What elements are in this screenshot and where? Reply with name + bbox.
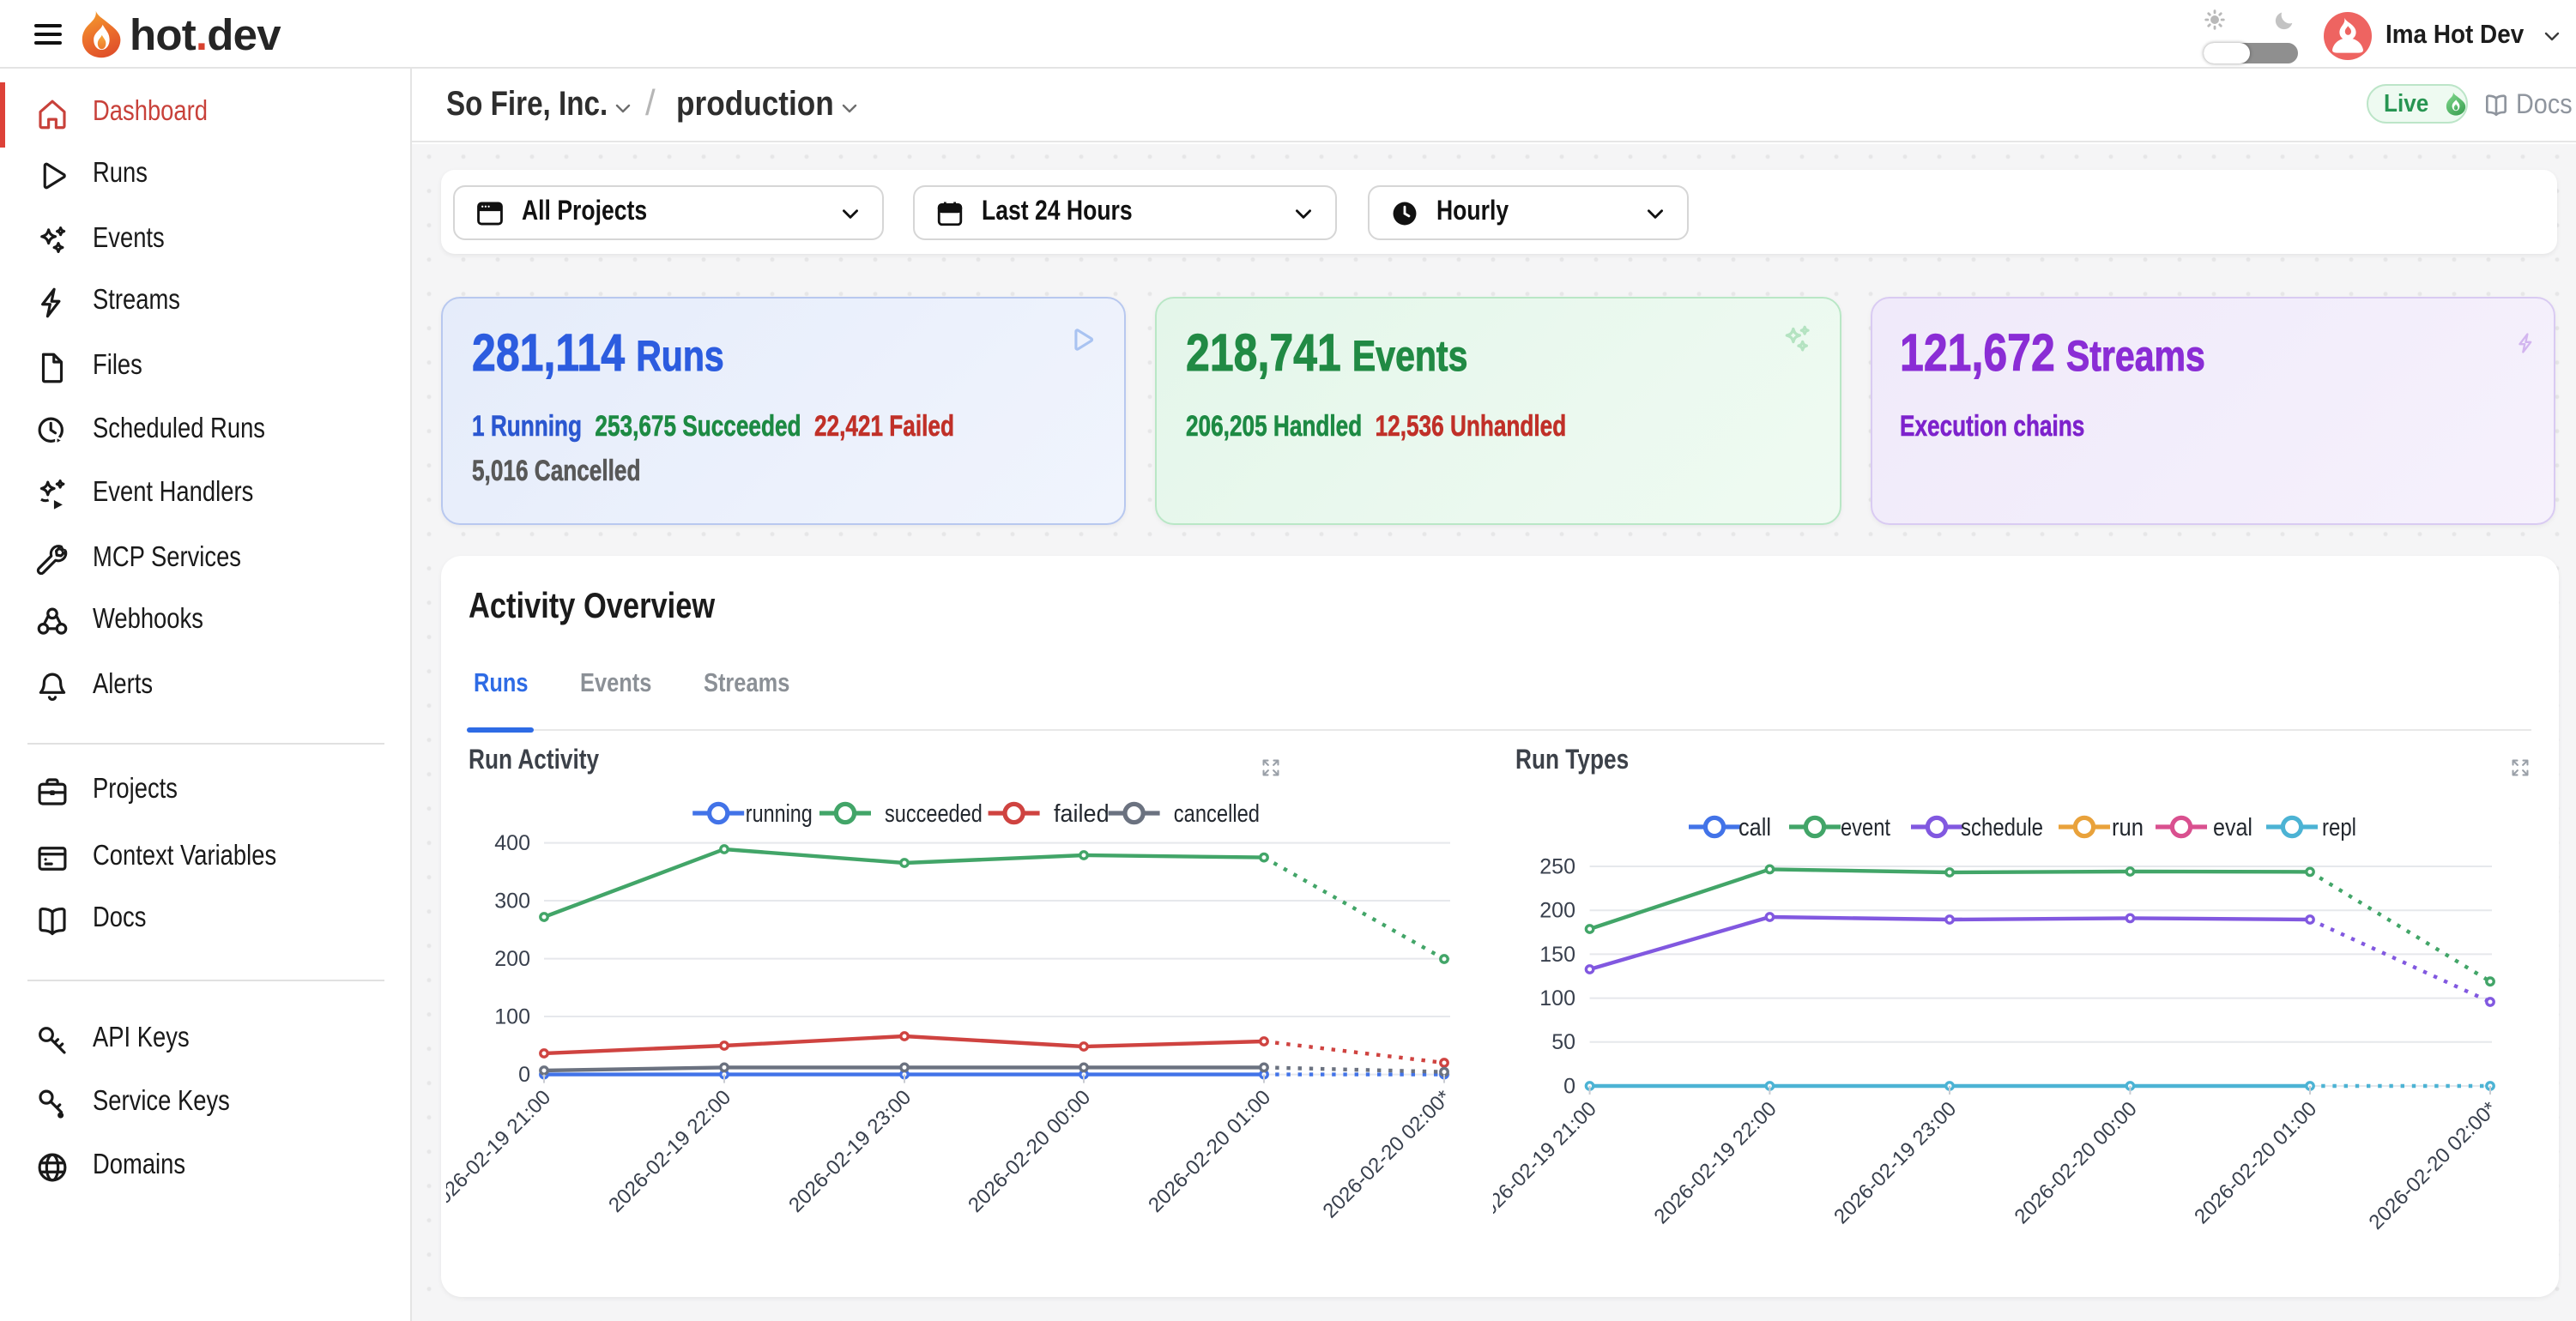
svg-text:200: 200 [1539, 899, 1575, 923]
svg-text:2026-02-19 21:00: 2026-02-19 21:00 [1493, 1097, 1601, 1228]
svg-text:2026-02-20 00:00: 2026-02-20 00:00 [964, 1086, 1095, 1217]
svg-text:succeeded: succeeded [885, 800, 983, 828]
svg-text:cancelled: cancelled [1174, 800, 1260, 828]
svg-text:event: event [1841, 814, 1890, 841]
svg-text:failed: failed [1054, 800, 1110, 828]
svg-text:0: 0 [1563, 1074, 1575, 1098]
svg-text:2026-02-20 00:00: 2026-02-20 00:00 [2011, 1097, 2142, 1228]
svg-text:eval: eval [2213, 814, 2252, 841]
svg-text:2026-02-19 23:00: 2026-02-19 23:00 [1829, 1097, 1961, 1228]
svg-text:run: run [2112, 814, 2144, 841]
svg-text:2026-02-19 23:00: 2026-02-19 23:00 [784, 1086, 916, 1217]
svg-text:2026-02-20 02:00*: 2026-02-20 02:00* [2365, 1097, 2502, 1234]
svg-text:100: 100 [494, 1004, 530, 1028]
svg-text:schedule: schedule [1961, 814, 2043, 841]
svg-text:150: 150 [1539, 943, 1575, 967]
svg-text:2026-02-19 22:00: 2026-02-19 22:00 [1650, 1097, 1781, 1228]
svg-text:2026-02-20 01:00: 2026-02-20 01:00 [1144, 1086, 1275, 1217]
svg-text:2026-02-19 22:00: 2026-02-19 22:00 [604, 1086, 735, 1217]
svg-text:100: 100 [1539, 986, 1575, 1010]
svg-text:2026-02-19 21:00: 2026-02-19 21:00 [446, 1086, 555, 1217]
svg-text:2026-02-20 01:00: 2026-02-20 01:00 [2190, 1097, 2321, 1228]
svg-text:call: call [1738, 814, 1771, 841]
svg-text:400: 400 [494, 831, 530, 855]
svg-text:running: running [746, 800, 813, 828]
svg-text:repl: repl [2322, 814, 2356, 841]
svg-text:300: 300 [494, 889, 530, 913]
svg-text:0: 0 [518, 1063, 530, 1087]
svg-text:2026-02-20 02:00*: 2026-02-20 02:00* [1319, 1086, 1456, 1223]
svg-text:50: 50 [1551, 1030, 1575, 1054]
svg-text:250: 250 [1539, 854, 1575, 878]
svg-text:200: 200 [494, 947, 530, 971]
